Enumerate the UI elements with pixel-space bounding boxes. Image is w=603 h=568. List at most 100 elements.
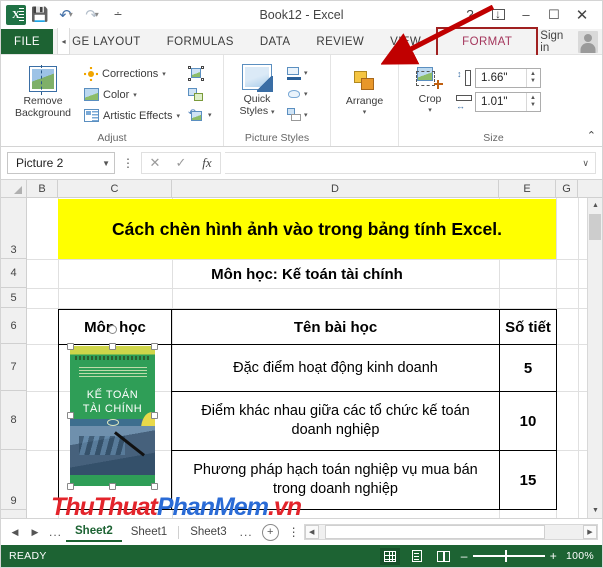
- row-header-6[interactable]: 6: [1, 308, 26, 344]
- chevron-down-icon[interactable]: ▾: [162, 70, 166, 78]
- picture-effects-button[interactable]: ▾: [285, 85, 310, 103]
- row-header-4[interactable]: 4: [1, 259, 26, 288]
- cell-lesson-1[interactable]: Đặc điểm hoạt động kinh doanh: [171, 344, 500, 392]
- artistic-effects-button[interactable]: Artistic Effects ▾: [82, 105, 182, 126]
- sheet-overflow-right[interactable]: ...: [236, 525, 257, 539]
- sheet-tab-sheet3[interactable]: Sheet3: [181, 524, 235, 541]
- page-break-preview-button[interactable]: [434, 548, 454, 565]
- book-cover-picture[interactable]: KẾ TOÁN TÀI CHÍNH: [70, 346, 155, 486]
- change-picture-button[interactable]: ↶ ▾: [186, 106, 214, 124]
- corrections-button[interactable]: Corrections ▾: [82, 63, 182, 84]
- column-header-g[interactable]: G: [556, 180, 578, 197]
- column-header-e[interactable]: E: [499, 180, 556, 197]
- shape-height-input[interactable]: 1.66" ▲ ▼: [475, 68, 541, 88]
- picture-border-button[interactable]: ▾: [285, 64, 310, 82]
- select-all-button[interactable]: [1, 180, 27, 197]
- zoom-track[interactable]: [472, 550, 545, 563]
- row-header-7[interactable]: 7: [1, 344, 26, 391]
- shape-width-stepper[interactable]: ▲ ▼: [526, 93, 539, 111]
- formula-bar-more-icon[interactable]: ⋮: [119, 156, 137, 170]
- shape-height-stepper[interactable]: ▲ ▼: [526, 69, 539, 87]
- tab-formulas[interactable]: FORMULAS: [154, 29, 247, 54]
- chevron-down-icon[interactable]: ▾: [428, 105, 432, 117]
- picture-handle-tr[interactable]: [151, 343, 158, 350]
- picture-handle-tm[interactable]: [109, 343, 116, 350]
- ribbon-display-options-icon[interactable]: ↓: [484, 3, 512, 27]
- compress-pictures-button[interactable]: [186, 85, 214, 103]
- row-header-3[interactable]: 3: [1, 198, 26, 259]
- zoom-slider[interactable]: – +: [461, 550, 557, 563]
- scroll-down-icon[interactable]: ▼: [588, 503, 602, 518]
- maximize-button[interactable]: ☐: [540, 3, 568, 27]
- remove-background-button[interactable]: Remove Background: [6, 60, 80, 119]
- horizontal-scroll-track[interactable]: [318, 525, 583, 539]
- zoom-level[interactable]: 100%: [564, 550, 594, 562]
- column-header-d[interactable]: D: [172, 180, 499, 197]
- scroll-left-icon[interactable]: ◀: [304, 525, 319, 539]
- chevron-down-icon[interactable]: ▾: [208, 111, 212, 119]
- zoom-knob[interactable]: [504, 550, 508, 563]
- sign-in-link[interactable]: Sign in: [540, 30, 572, 54]
- row-header-9[interactable]: 9: [1, 450, 26, 510]
- picture-handle-tl[interactable]: [67, 343, 74, 350]
- tab-scroll-left-icon[interactable]: ◂: [57, 28, 71, 55]
- first-sheet-icon[interactable]: ◀: [5, 522, 25, 542]
- zoom-in-button[interactable]: +: [550, 550, 557, 562]
- tab-view[interactable]: VIEW: [377, 29, 434, 54]
- tab-format[interactable]: FORMAT: [434, 29, 540, 54]
- cancel-icon[interactable]: ✕: [142, 153, 168, 173]
- horizontal-scrollbar[interactable]: ◀ ▶: [303, 524, 598, 540]
- chevron-down-icon[interactable]: ▼: [102, 159, 110, 168]
- picture-handle-ml[interactable]: [67, 412, 74, 419]
- minimize-button[interactable]: –: [512, 3, 540, 27]
- crop-button[interactable]: Crop ▾: [404, 64, 456, 117]
- customize-qat-icon[interactable]: ∸: [106, 4, 130, 26]
- cell-periods-1[interactable]: 5: [499, 344, 557, 392]
- chevron-down-icon[interactable]: ▾: [304, 69, 308, 77]
- picture-handle-mr[interactable]: [151, 412, 158, 419]
- chevron-down-icon[interactable]: ▾: [133, 91, 137, 99]
- chevron-down-icon[interactable]: ▾: [304, 111, 308, 119]
- color-button[interactable]: Color ▾: [82, 84, 182, 105]
- cell-periods-2[interactable]: 10: [499, 391, 557, 451]
- row-header-8[interactable]: 8: [1, 391, 26, 450]
- sheet-tab-sheet1[interactable]: Sheet1: [122, 524, 176, 541]
- formula-input[interactable]: ∨: [225, 152, 596, 174]
- name-box[interactable]: Picture 2 ▼: [7, 152, 115, 174]
- tab-data[interactable]: DATA: [247, 29, 304, 54]
- scroll-right-icon[interactable]: ▶: [583, 525, 597, 539]
- enter-icon[interactable]: ✓: [168, 153, 194, 173]
- cell-title[interactable]: Cách chèn hình ảnh vào trong bảng tính E…: [58, 199, 556, 259]
- expand-formula-bar-icon[interactable]: ∨: [582, 158, 589, 169]
- row-header-5[interactable]: 5: [1, 288, 26, 308]
- picture-layout-button[interactable]: ▾: [285, 106, 310, 124]
- tab-review[interactable]: REVIEW: [303, 29, 377, 54]
- horizontal-scroll-thumb[interactable]: [324, 525, 545, 539]
- chevron-down-icon[interactable]: ▾: [363, 107, 367, 119]
- chevron-down-icon[interactable]: ▾: [176, 112, 180, 120]
- vertical-scroll-thumb[interactable]: [589, 214, 601, 240]
- cell-subtitle[interactable]: Môn học: Kế toán tài chính: [58, 260, 556, 288]
- quick-styles-button[interactable]: Quick Styles ▾: [229, 62, 285, 119]
- tab-file[interactable]: FILE: [1, 29, 53, 54]
- collapse-ribbon-icon[interactable]: ⌃: [587, 129, 596, 142]
- column-header-b[interactable]: B: [27, 180, 58, 197]
- help-icon[interactable]: ?: [456, 3, 484, 27]
- last-sheet-icon[interactable]: ▶: [25, 522, 45, 542]
- picture-handle-br[interactable]: [151, 483, 158, 490]
- scroll-up-icon[interactable]: ▲: [588, 198, 602, 213]
- vertical-scrollbar[interactable]: ▲ ▼: [587, 198, 602, 518]
- arrange-button[interactable]: Arrange ▾: [336, 68, 393, 119]
- sheet-tab-sheet2[interactable]: Sheet2: [66, 523, 122, 542]
- close-button[interactable]: ✕: [568, 3, 596, 27]
- undo-icon[interactable]: ↶ ▾: [54, 4, 78, 26]
- redo-icon[interactable]: ↷ ▾: [80, 4, 104, 26]
- avatar[interactable]: [577, 30, 598, 53]
- insert-function-icon[interactable]: fx: [194, 153, 220, 173]
- cell-periods-3[interactable]: 15: [499, 450, 557, 510]
- zoom-out-button[interactable]: –: [461, 550, 468, 562]
- column-header-c[interactable]: C: [58, 180, 172, 197]
- new-sheet-button[interactable]: +: [261, 523, 279, 541]
- tab-page-layout[interactable]: GE LAYOUT: [70, 29, 154, 54]
- sheet-overflow-left[interactable]: ...: [45, 525, 66, 539]
